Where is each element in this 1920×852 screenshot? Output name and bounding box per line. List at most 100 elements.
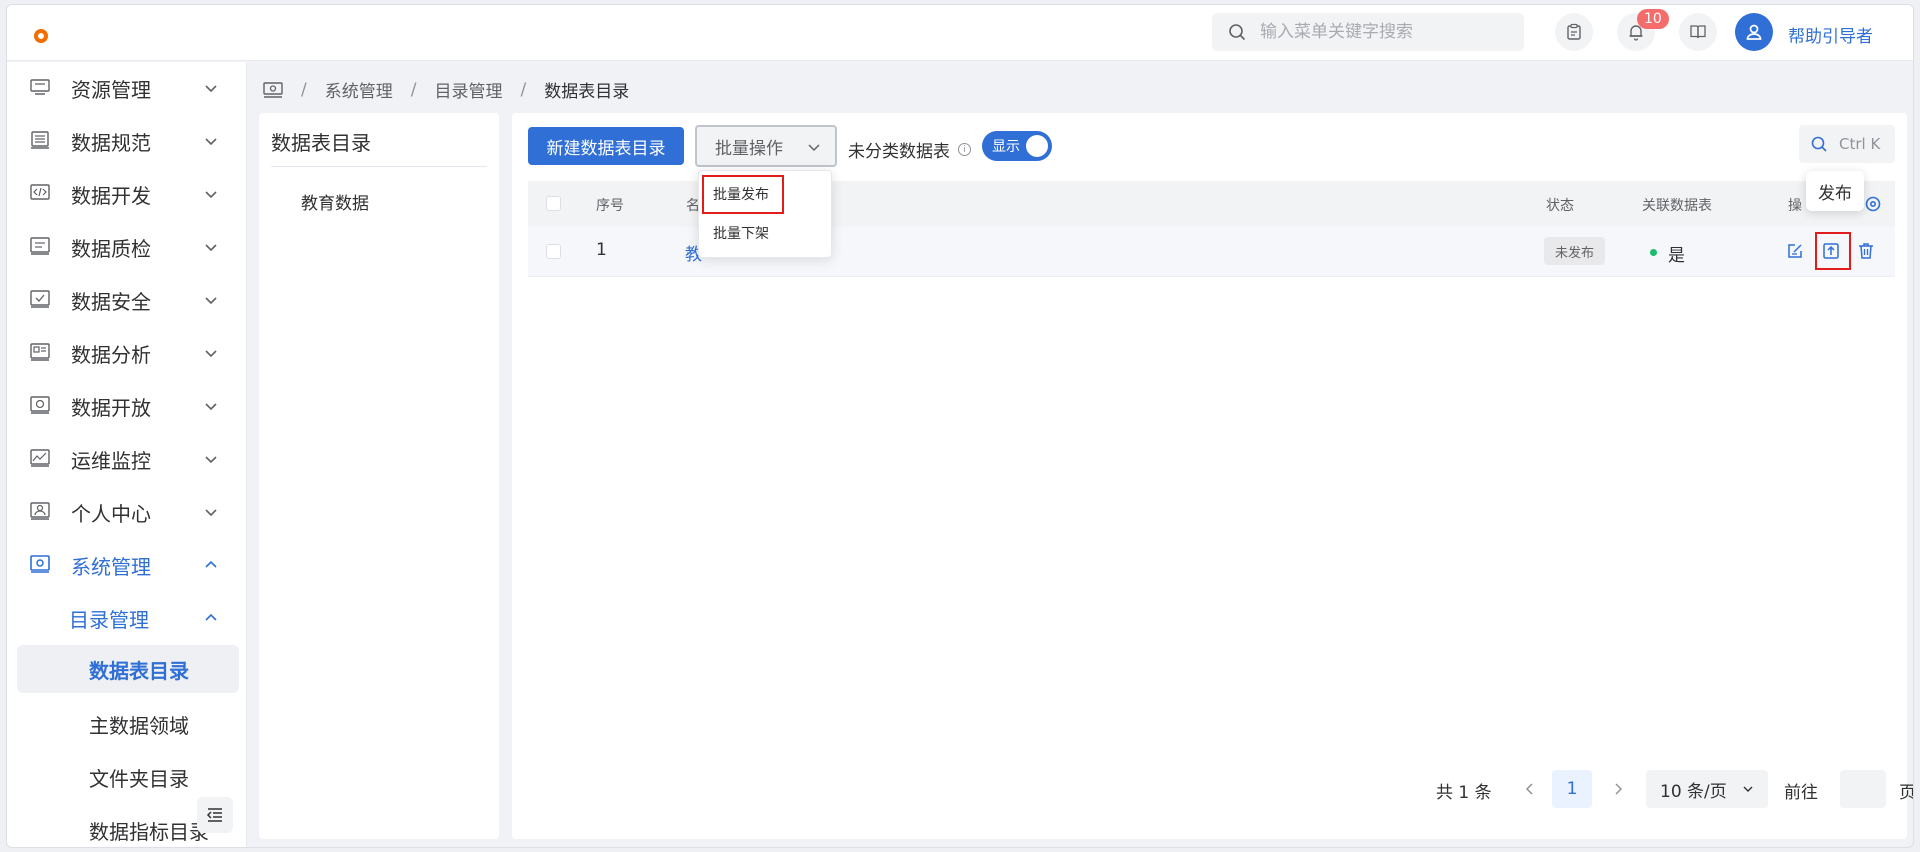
sidebar-item-label: 数据分析 [71, 342, 151, 367]
dropdown-item-batch-unpublish[interactable]: 批量下架 [713, 223, 769, 243]
chevron-down-icon [205, 350, 217, 358]
column-settings-icon[interactable] [1864, 195, 1882, 213]
edit-icon [1788, 244, 1802, 258]
user-card-icon [30, 502, 50, 520]
sidebar-item-resource[interactable]: 资源管理 [7, 62, 246, 114]
main-content: 新建数据表目录 批量操作 未分类数据表 i 显示 Ctrl K 序号 名 状态 … [512, 113, 1913, 839]
column-header-status: 状态 [1546, 198, 1574, 214]
user-icon [1746, 24, 1762, 40]
sidebar-subitem-label: 数据指标目录 [89, 819, 209, 844]
sidebar-collapse-button[interactable] [197, 797, 233, 833]
publish-tooltip: 发布 [1806, 171, 1864, 211]
batch-operation-select[interactable]: 批量操作 [695, 125, 837, 167]
sidebar-subitem-label: 主数据领域 [89, 713, 189, 738]
inspect-icon [30, 237, 50, 255]
unclassified-label: 未分类数据表 i [848, 137, 971, 162]
panel-title: 数据表目录 [271, 131, 371, 155]
sidebar-item-standard[interactable]: 数据规范 [7, 115, 246, 167]
page-suffix: 页 [1899, 778, 1913, 803]
notification-button[interactable]: 10 [1617, 9, 1669, 51]
pagination-total: 共 1 条 [1436, 783, 1492, 803]
task-button[interactable] [1555, 13, 1593, 51]
code-icon [30, 184, 50, 200]
sidebar-item-open[interactable]: 数据开放 [7, 380, 246, 432]
sidebar-item-personal[interactable]: 个人中心 [7, 486, 246, 538]
batch-publish-highlight-box [702, 175, 784, 214]
column-header-actions: 操 [1788, 198, 1802, 214]
docs-button[interactable] [1679, 13, 1717, 51]
chevron-down-icon [205, 138, 217, 146]
sidebar-item-monitor[interactable]: 运维监控 [7, 433, 246, 485]
row-linked: 是 [1668, 246, 1685, 266]
chevron-right-icon[interactable] [1612, 782, 1624, 796]
goto-label: 前往 [1784, 783, 1818, 803]
chevron-down-icon [1743, 786, 1753, 792]
sidebar-group-catalog[interactable]: 目录管理 [7, 592, 246, 644]
sidebar-item-label: 数据规范 [71, 130, 151, 155]
app-logo[interactable] [34, 29, 48, 43]
sidebar-group-label: 目录管理 [69, 607, 149, 632]
user-avatar[interactable] [1735, 13, 1773, 51]
info-icon[interactable]: i [958, 143, 971, 156]
chevron-down-icon [205, 456, 217, 464]
sidebar-item-analysis[interactable]: 数据分析 [7, 327, 246, 379]
sidebar-item-quality[interactable]: 数据质检 [7, 221, 246, 273]
menu-search-input[interactable] [1260, 22, 1500, 42]
sidebar-item-system[interactable]: 系统管理 [7, 539, 246, 591]
divider [271, 166, 487, 167]
sidebar-item-label: 资源管理 [71, 77, 151, 102]
goto-page-input[interactable] [1840, 770, 1886, 808]
sidebar-item-label: 系统管理 [71, 554, 151, 579]
page-size-select[interactable]: 10 条/页 [1646, 770, 1768, 808]
sidebar-subitem-master-domain[interactable]: 主数据领域 [17, 698, 239, 750]
sidebar-item-develop[interactable]: 数据开发 [7, 168, 246, 220]
sidebar-nav: 资源管理 数据规范 数据开发 数据质检 数据安全 数据分析 数据开放 运维监控 … [7, 62, 247, 847]
batch-operation-label: 批量操作 [715, 138, 783, 159]
system-icon [263, 81, 283, 98]
column-header-index: 序号 [596, 198, 624, 214]
catalog-tree-panel: 数据表目录 教育数据 [259, 113, 499, 839]
settings-icon [30, 555, 50, 573]
table-search-button[interactable]: Ctrl K [1799, 125, 1895, 163]
show-unclassified-toggle[interactable]: 显示 [982, 131, 1052, 161]
row-checkbox[interactable] [546, 244, 561, 259]
monitor-icon [30, 449, 50, 467]
sidebar-item-label: 数据安全 [71, 289, 151, 314]
delete-button[interactable] [1853, 237, 1879, 265]
status-badge: 未发布 [1544, 237, 1606, 265]
search-icon [1229, 24, 1246, 41]
sidebar-subitem-label: 数据表目录 [89, 658, 189, 683]
chevron-left-icon[interactable] [1524, 782, 1536, 796]
pagination-page-1[interactable]: 1 [1552, 770, 1592, 808]
sidebar-item-security[interactable]: 数据安全 [7, 274, 246, 326]
open-icon [30, 396, 50, 414]
sidebar-item-label: 数据开发 [71, 183, 151, 208]
breadcrumb-item[interactable]: 系统管理 [325, 77, 393, 102]
username-link[interactable]: 帮助引导者 [1788, 22, 1873, 47]
select-all-checkbox[interactable] [546, 196, 561, 211]
publish-highlight-box [1815, 232, 1851, 270]
toggle-knob [1026, 135, 1048, 157]
chevron-down-icon [808, 144, 820, 152]
menu-search-box[interactable] [1212, 13, 1524, 51]
shield-icon [30, 290, 50, 308]
chevron-down-icon [205, 509, 217, 517]
page-size-value: 10 条/页 [1660, 781, 1727, 802]
tree-node[interactable]: 教育数据 [301, 189, 369, 214]
unclassified-text: 未分类数据表 [848, 142, 950, 162]
new-catalog-button[interactable]: 新建数据表目录 [528, 127, 684, 165]
status-dot [1650, 249, 1657, 256]
chevron-down-icon [205, 85, 217, 93]
app-window: 10 帮助引导者 资源管理 数据规范 数据开发 数据质检 [6, 4, 1914, 848]
sidebar-subitem-folder-catalog[interactable]: 文件夹目录 [17, 751, 239, 803]
sidebar-item-label: 数据开放 [71, 395, 151, 420]
indent-icon [206, 808, 222, 822]
chevron-down-icon [205, 403, 217, 411]
edit-button[interactable] [1782, 237, 1808, 265]
notification-badge: 10 [1637, 9, 1669, 29]
top-header: 10 帮助引导者 [7, 5, 1913, 61]
sidebar-item-label: 数据质检 [71, 236, 151, 261]
breadcrumb-item[interactable]: 目录管理 [434, 77, 502, 102]
sidebar-subitem-table-catalog[interactable]: 数据表目录 [17, 645, 239, 693]
analysis-icon [30, 343, 50, 361]
